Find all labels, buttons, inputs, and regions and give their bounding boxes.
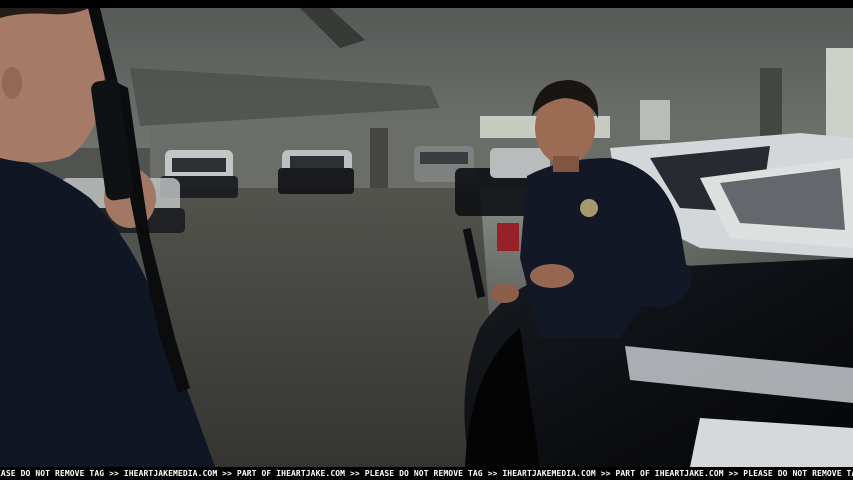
watermark-tag: EASE DO NOT REMOVE TAG >> IHEARTJAKEMEDI…	[0, 467, 853, 480]
watermark-text: EASE DO NOT REMOVE TAG >> IHEARTJAKEMEDI…	[0, 469, 853, 478]
film-still-frame: EASE DO NOT REMOVE TAG >> IHEARTJAKEMEDI…	[0, 0, 853, 480]
vignette	[0, 8, 853, 467]
parking-garage-scene	[0, 8, 853, 467]
